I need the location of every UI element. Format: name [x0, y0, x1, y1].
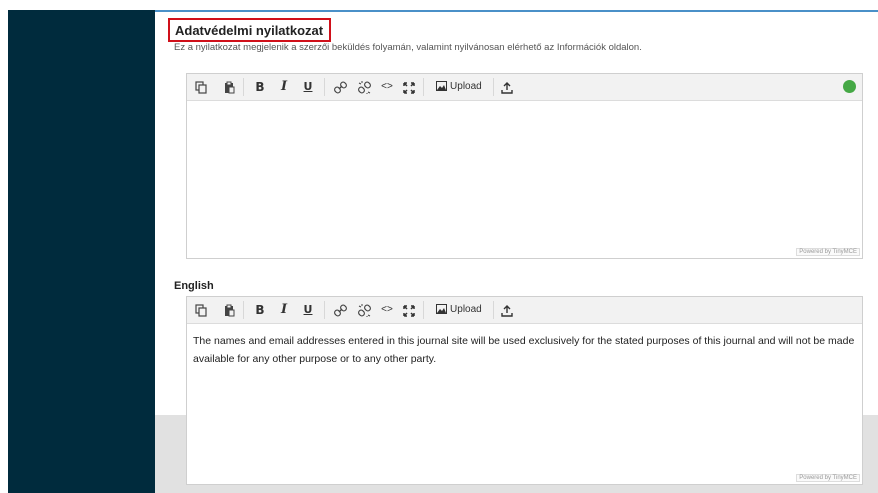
rich-text-editor-hu: B I U <> Upload Powered by TinyMCE	[186, 73, 863, 259]
editor-toolbar: B I U <> Upload	[187, 297, 862, 324]
toolbar-separator	[243, 78, 244, 96]
italic-button[interactable]: I	[277, 74, 291, 100]
toolbar-separator	[324, 78, 325, 96]
toolbar-separator	[493, 78, 494, 96]
code-button[interactable]: <>	[379, 297, 395, 323]
status-check-icon	[843, 80, 856, 93]
editor-content-area[interactable]	[187, 101, 862, 259]
section-title: Adatvédelmi nyilatkozat	[168, 18, 332, 42]
link-icon[interactable]	[331, 297, 349, 323]
image-upload-button[interactable]: Upload	[431, 297, 487, 323]
link-icon[interactable]	[331, 74, 349, 100]
unlink-icon[interactable]	[355, 297, 373, 323]
image-upload-icon	[436, 81, 448, 92]
sidebar	[8, 10, 155, 493]
underline-button[interactable]: U	[301, 74, 315, 100]
code-button[interactable]: <>	[379, 74, 395, 100]
toolbar-separator	[493, 301, 494, 319]
powered-by-label[interactable]: Powered by TinyMCE	[796, 474, 860, 482]
image-upload-icon	[436, 304, 448, 315]
upload-label: Upload	[450, 304, 482, 315]
language-label: English	[174, 280, 214, 292]
toolbar-separator	[324, 301, 325, 319]
editor-content-area[interactable]: The names and email addresses entered in…	[187, 324, 862, 486]
upload-icon[interactable]	[499, 297, 515, 323]
unlink-icon[interactable]	[355, 74, 373, 100]
image-upload-button[interactable]: Upload	[431, 74, 487, 100]
toolbar-separator	[243, 301, 244, 319]
copy-icon[interactable]	[193, 297, 209, 323]
toolbar-separator	[423, 301, 424, 319]
upload-icon[interactable]	[499, 74, 515, 100]
section-description: Ez a nyilatkozat megjelenik a szerzői be…	[174, 42, 642, 53]
bold-button[interactable]: B	[253, 297, 267, 323]
paste-icon[interactable]	[221, 297, 237, 323]
editor-toolbar: B I U <> Upload	[187, 74, 862, 101]
upload-label: Upload	[450, 81, 482, 92]
italic-button[interactable]: I	[277, 297, 291, 323]
copy-icon[interactable]	[193, 74, 209, 100]
fullscreen-icon[interactable]	[401, 74, 417, 100]
rich-text-editor-en: B I U <> Upload The names and email addr…	[186, 296, 863, 485]
toolbar-separator	[423, 78, 424, 96]
powered-by-label[interactable]: Powered by TinyMCE	[796, 248, 860, 256]
bold-button[interactable]: B	[253, 74, 267, 100]
fullscreen-icon[interactable]	[401, 297, 417, 323]
underline-button[interactable]: U	[301, 297, 315, 323]
paste-icon[interactable]	[221, 74, 237, 100]
